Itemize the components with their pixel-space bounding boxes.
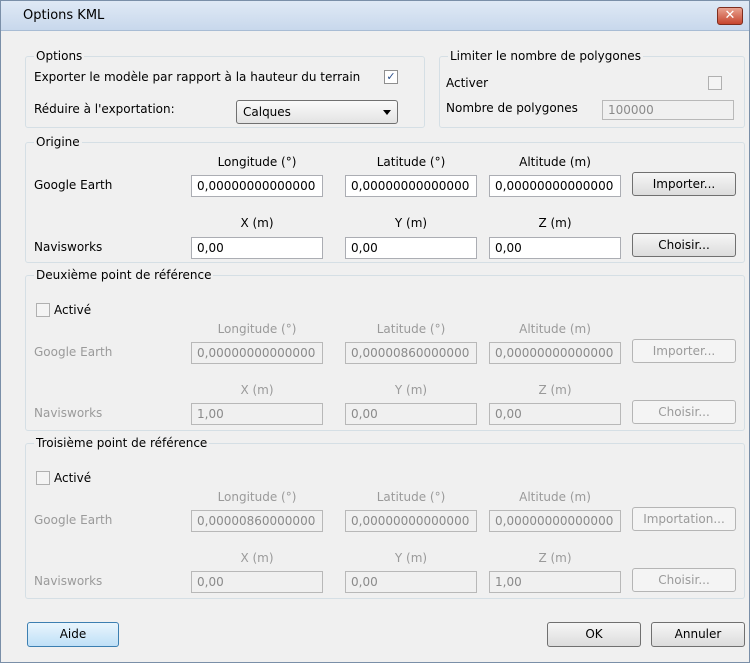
origin-y-input[interactable]: 0,00	[345, 237, 477, 259]
origin-x-input[interactable]: 0,00	[191, 237, 323, 259]
altitude-header: Altitude (m)	[519, 490, 591, 504]
second-point-title: Deuxième point de référence	[34, 267, 214, 283]
origin-latitude-input[interactable]: 0,00000000000000	[345, 175, 477, 197]
latitude-header: Latitude (°)	[376, 155, 446, 169]
second-point-enabled-checkbox[interactable]	[36, 303, 50, 317]
longitude-header: Longitude (°)	[217, 155, 297, 169]
third-y-input[interactable]: 0,00	[345, 571, 477, 593]
origin-z-input[interactable]: 0,00	[489, 237, 621, 259]
google-earth-label: Google Earth	[34, 513, 113, 527]
third-import-button[interactable]: Importation...	[632, 507, 736, 531]
third-altitude-input[interactable]: 0,00000000000000	[489, 510, 621, 532]
activate-limit-checkbox[interactable]	[708, 76, 722, 90]
second-import-button[interactable]: Importer...	[632, 339, 736, 363]
third-longitude-input[interactable]: 0,00000860000000	[191, 510, 323, 532]
kml-options-dialog: Options KML ✕ Options Exporter le modèle…	[0, 0, 750, 663]
second-altitude-input[interactable]: 0,00000000000000	[489, 342, 621, 364]
second-choose-button[interactable]: Choisir...	[632, 400, 736, 424]
z-header: Z (m)	[538, 216, 572, 230]
altitude-header: Altitude (m)	[519, 322, 591, 336]
dialog-title: Options KML	[23, 8, 105, 23]
checkmark-icon: ✓	[386, 70, 396, 83]
close-icon: ✕	[724, 8, 736, 23]
second-x-input[interactable]: 1,00	[191, 403, 323, 425]
polygon-count-label: Nombre de polygones	[446, 101, 578, 115]
origin-group: Origine Longitude (°) Latitude (°) Altit…	[25, 134, 745, 263]
second-y-input[interactable]: 0,00	[345, 403, 477, 425]
second-longitude-input[interactable]: 0,00000000000000	[191, 342, 323, 364]
navisworks-label: Navisworks	[34, 574, 103, 588]
title-bar: Options KML ✕	[1, 1, 749, 31]
activate-label: Activer	[446, 76, 489, 90]
origin-altitude-input[interactable]: 0,00000000000000	[489, 175, 621, 197]
latitude-header: Latitude (°)	[376, 322, 446, 336]
close-button[interactable]: ✕	[717, 7, 743, 25]
third-point-enabled-checkbox[interactable]	[36, 471, 50, 485]
longitude-header: Longitude (°)	[217, 490, 297, 504]
y-header: Y (m)	[394, 551, 428, 565]
third-point-title: Troisième point de référence	[34, 435, 210, 451]
options-group: Options Exporter le modèle par rapport à…	[25, 48, 425, 128]
limit-polygons-group: Limiter le nombre de polygones Activer N…	[439, 48, 745, 128]
third-z-input[interactable]: 1,00	[489, 571, 621, 593]
x-header: X (m)	[240, 383, 274, 397]
latitude-header: Latitude (°)	[376, 490, 446, 504]
third-x-input[interactable]: 0,00	[191, 571, 323, 593]
third-point-group: Troisième point de référence Activé Long…	[25, 435, 745, 599]
cancel-button[interactable]: Annuler	[651, 622, 745, 647]
altitude-header: Altitude (m)	[519, 155, 591, 169]
google-earth-label: Google Earth	[34, 345, 113, 359]
y-header: Y (m)	[394, 216, 428, 230]
third-choose-button[interactable]: Choisir...	[632, 568, 736, 592]
origin-import-button[interactable]: Importer...	[632, 172, 736, 196]
polygon-count-input[interactable]: 100000	[602, 100, 734, 120]
second-z-input[interactable]: 0,00	[489, 403, 621, 425]
third-point-enabled-label: Activé	[54, 471, 92, 485]
navisworks-label: Navisworks	[34, 406, 103, 420]
options-group-title: Options	[34, 48, 85, 64]
longitude-header: Longitude (°)	[217, 322, 297, 336]
google-earth-label: Google Earth	[34, 178, 113, 192]
dropdown-arrow-icon	[383, 110, 391, 115]
limit-polygons-title: Limiter le nombre de polygones	[448, 48, 643, 64]
second-point-group: Deuxième point de référence Activé Longi…	[25, 267, 745, 431]
navisworks-label: Navisworks	[34, 240, 103, 254]
export-terrain-label: Exporter le modèle par rapport à la haut…	[34, 70, 361, 84]
x-header: X (m)	[240, 551, 274, 565]
reduce-export-label: Réduire à l'exportation:	[34, 102, 175, 116]
third-latitude-input[interactable]: 0,00000000000000	[345, 510, 477, 532]
x-header: X (m)	[240, 216, 274, 230]
origin-group-title: Origine	[34, 134, 82, 150]
second-latitude-input[interactable]: 0,00000860000000	[345, 342, 477, 364]
origin-choose-button[interactable]: Choisir...	[632, 233, 736, 257]
export-terrain-checkbox[interactable]: ✓	[384, 70, 398, 84]
second-point-enabled-label: Activé	[54, 303, 92, 317]
z-header: Z (m)	[538, 383, 572, 397]
y-header: Y (m)	[394, 383, 428, 397]
ok-button[interactable]: OK	[547, 622, 641, 647]
help-button[interactable]: Aide	[27, 622, 119, 647]
reduce-export-value: Calques	[243, 105, 291, 119]
origin-longitude-input[interactable]: 0,00000000000000	[191, 175, 323, 197]
reduce-export-select[interactable]: Calques	[236, 100, 398, 124]
z-header: Z (m)	[538, 551, 572, 565]
